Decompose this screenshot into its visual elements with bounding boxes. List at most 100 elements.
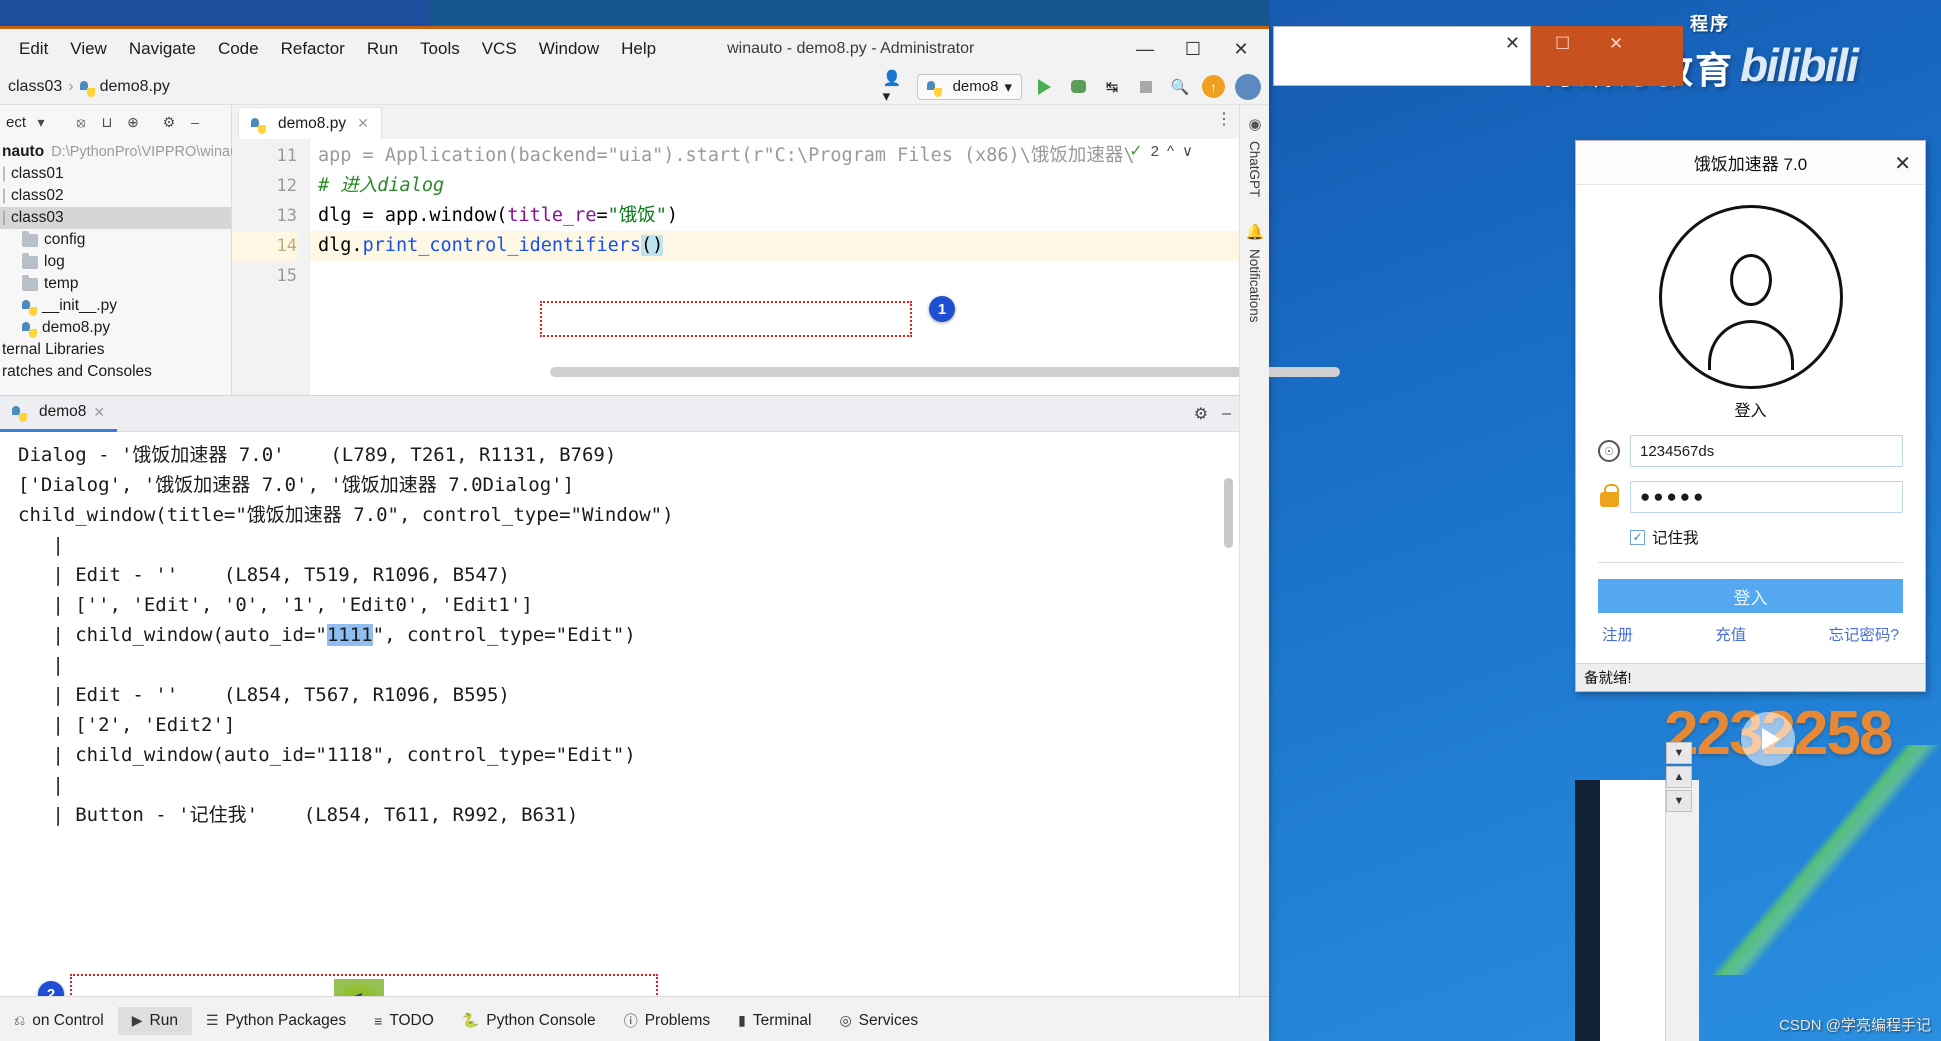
bottom-item-services[interactable]: ◎ Services bbox=[825, 1007, 932, 1035]
chevron-down-icon[interactable]: ▾ bbox=[30, 111, 52, 133]
tool-notifications[interactable]: Notifications bbox=[1247, 249, 1262, 323]
remember-me-row[interactable]: ✓ 记住我 bbox=[1630, 526, 1903, 548]
scroll-down-icon-2[interactable]: ▼ bbox=[1666, 790, 1692, 812]
avatar-placeholder-icon bbox=[1658, 205, 1843, 389]
tree-root[interactable]: nauto D:\PythonPro\VIPPRO\winau bbox=[0, 141, 238, 163]
close-button[interactable]: ✕ bbox=[1217, 31, 1265, 67]
tree-item-class03[interactable]: | class03 bbox=[0, 207, 231, 229]
gear-icon[interactable]: ⚙ bbox=[158, 111, 180, 133]
close-icon[interactable]: ✕ bbox=[357, 115, 369, 132]
menu-item-view[interactable]: View bbox=[59, 36, 118, 62]
tree-item-init-py[interactable]: __init__.py bbox=[0, 295, 231, 317]
project-panel-title[interactable]: ect bbox=[6, 114, 26, 131]
menu-item-run[interactable]: Run bbox=[356, 36, 409, 62]
tree-item-config[interactable]: config bbox=[0, 229, 231, 251]
bottom-item-todo[interactable]: ≡ TODO bbox=[360, 1007, 448, 1035]
bottom-item-version-control[interactable]: ⎌ on Control bbox=[0, 1007, 118, 1035]
tree-item-temp[interactable]: temp bbox=[0, 273, 231, 295]
coverage-icon[interactable]: ↹ bbox=[1100, 75, 1124, 99]
avatar-body bbox=[1707, 320, 1794, 370]
menu-item-window[interactable]: Window bbox=[528, 36, 610, 62]
search-icon[interactable]: 🔍 bbox=[1168, 75, 1192, 99]
avatar[interactable] bbox=[1235, 73, 1261, 100]
python-file-icon bbox=[79, 80, 95, 97]
login-button[interactable]: 登入 bbox=[1598, 579, 1903, 613]
gear-icon[interactable]: ⚙ bbox=[1194, 404, 1208, 424]
menu-item-refactor[interactable]: Refactor bbox=[270, 36, 356, 62]
breadcrumb-class03[interactable]: class03 bbox=[8, 78, 62, 96]
console-line: ['Dialog', '饿饭加速器 7.0', '饿饭加速器 7.0Dialog… bbox=[18, 474, 575, 496]
expand-icon[interactable]: ⊕ bbox=[122, 111, 144, 133]
maximize-icon[interactable]: ☐ bbox=[1555, 34, 1570, 54]
more-options-icon[interactable]: ⋮ bbox=[1216, 109, 1233, 129]
bottom-item-problems[interactable]: ⓘ Problems bbox=[610, 1006, 724, 1036]
bottom-item-python-packages[interactable]: ☰ Python Packages bbox=[192, 1007, 360, 1035]
scroll-up-icon-2[interactable]: ▲ bbox=[1666, 766, 1692, 788]
forgot-password-link[interactable]: 忘记密码? bbox=[1828, 623, 1899, 645]
bell-icon[interactable]: 🔔 bbox=[1240, 223, 1270, 241]
tree-item-class02[interactable]: | class02 bbox=[0, 185, 231, 207]
menu-item-tools[interactable]: Tools bbox=[409, 36, 471, 62]
debug-icon[interactable] bbox=[1066, 75, 1090, 99]
editor-horizontal-scrollbar[interactable] bbox=[550, 367, 1340, 377]
menu-item-edit[interactable]: Edit bbox=[8, 36, 59, 62]
bottom-item-python-console[interactable]: 🐍 Python Console bbox=[448, 1007, 610, 1035]
register-link[interactable]: 注册 bbox=[1602, 623, 1633, 645]
tree-item-class01[interactable]: | class01 bbox=[0, 163, 231, 185]
menu-item-vcs[interactable]: VCS bbox=[471, 36, 528, 62]
run-icon[interactable] bbox=[1032, 75, 1056, 99]
console-line: | bbox=[18, 774, 64, 796]
inspection-count: 2 bbox=[1150, 142, 1159, 160]
code-editor[interactable]: app = Application(backend="uia").start(r… bbox=[310, 139, 1239, 395]
bottom-item-run[interactable]: ▶ Run bbox=[117, 1006, 192, 1035]
locate-icon[interactable]: ⦻ bbox=[70, 111, 92, 133]
scroll-down-icon[interactable]: ▼ bbox=[1666, 742, 1692, 764]
user-icon[interactable]: 👤▾ bbox=[883, 70, 907, 105]
run-tab-demo8[interactable]: demo8 ✕ bbox=[0, 396, 118, 432]
tab-demo8-py[interactable]: demo8.py ✕ bbox=[238, 107, 382, 139]
minimize-icon[interactable]: – bbox=[1222, 405, 1231, 423]
inspection-widget[interactable]: ✓ 2 ^ ∨ bbox=[1129, 141, 1193, 161]
close-icon-orange[interactable]: ✕ bbox=[1609, 34, 1623, 54]
hide-icon[interactable]: – bbox=[184, 111, 206, 133]
background-window[interactable]: ✕ bbox=[1273, 26, 1531, 86]
breadcrumb-demo8[interactable]: demo8.py bbox=[100, 78, 170, 96]
next-issue-icon[interactable]: ∨ bbox=[1182, 142, 1193, 160]
tree-item-log[interactable]: log bbox=[0, 251, 231, 273]
tree-item-scratches-consoles[interactable]: ratches and Consoles bbox=[0, 361, 231, 383]
console-scrollbar[interactable] bbox=[1224, 478, 1233, 548]
bottom-item-label: Python Packages bbox=[225, 1011, 347, 1029]
close-icon[interactable]: ✕ bbox=[1505, 33, 1520, 54]
tree-item-external-libraries[interactable]: ternal Libraries bbox=[0, 339, 231, 361]
close-icon[interactable]: ✕ bbox=[1894, 151, 1911, 176]
right-tool-strip: ◉ ChatGPT 🔔 Notifications bbox=[1239, 105, 1269, 1041]
maximize-button[interactable]: ☐ bbox=[1169, 31, 1217, 67]
bottom-item-label: Services bbox=[858, 1011, 919, 1029]
password-input[interactable]: ●●●●● bbox=[1630, 481, 1903, 513]
username-input[interactable]: 1234567ds bbox=[1630, 435, 1903, 467]
minimize-button[interactable]: — bbox=[1121, 31, 1169, 67]
collapse-icon[interactable]: ⊔ bbox=[96, 111, 118, 133]
bottom-item-terminal[interactable]: ▮ Terminal bbox=[724, 1007, 825, 1035]
line-number: 15 bbox=[276, 266, 297, 286]
chatgpt-icon[interactable]: ◉ bbox=[1240, 115, 1270, 133]
tree-label: ternal Libraries bbox=[2, 341, 105, 358]
tree-item-demo8-py[interactable]: demo8.py bbox=[0, 317, 231, 339]
tree-label: __init__.py bbox=[42, 297, 117, 314]
update-icon[interactable]: ↑ bbox=[1202, 75, 1225, 98]
run-console-output[interactable]: Dialog - '饿饭加速器 7.0' (L789, T261, R1131,… bbox=[0, 432, 1239, 996]
bottom-item-label: TODO bbox=[389, 1011, 434, 1029]
scroll-buttons[interactable]: ▼ ▲ ▼ bbox=[1666, 742, 1692, 814]
menu-item-code[interactable]: Code bbox=[207, 36, 270, 62]
stop-icon[interactable] bbox=[1134, 75, 1158, 99]
close-icon[interactable]: ✕ bbox=[93, 404, 105, 421]
prev-issue-icon[interactable]: ^ bbox=[1167, 143, 1174, 160]
run-configuration-selector[interactable]: demo8 ▾ bbox=[916, 73, 1022, 100]
menu-item-navigate[interactable]: Navigate bbox=[118, 36, 207, 62]
remember-me-checkbox[interactable]: ✓ bbox=[1630, 529, 1645, 545]
menu-item-help[interactable]: Help bbox=[610, 36, 667, 62]
tool-chatgpt[interactable]: ChatGPT bbox=[1247, 141, 1262, 197]
vcs-icon: ⎌ bbox=[14, 1012, 26, 1028]
recharge-link[interactable]: 充值 bbox=[1715, 623, 1746, 645]
